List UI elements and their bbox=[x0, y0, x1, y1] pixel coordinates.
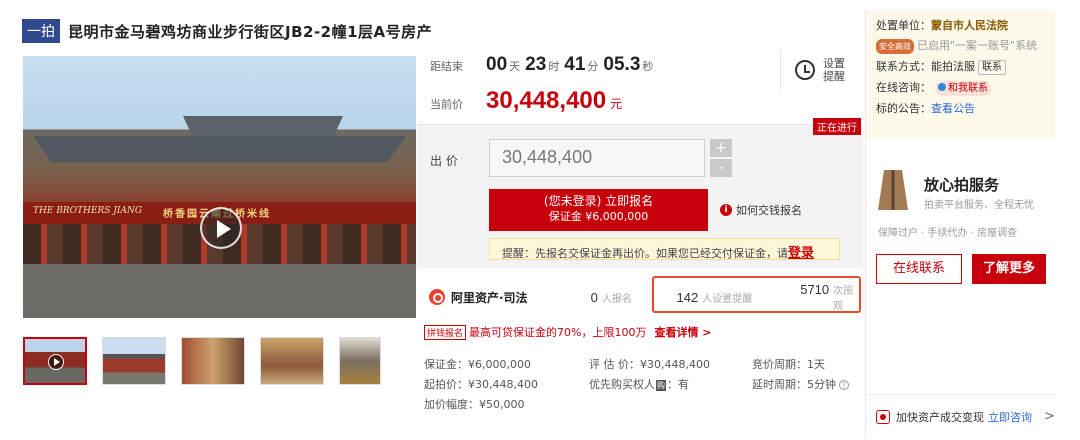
alarm-clock-icon bbox=[795, 60, 815, 80]
ali-judicial-logo[interactable]: 阿里资产·司法 bbox=[429, 289, 591, 306]
bid-panel: 正在进行 出 价 30,448,400 + - (您未登录) 立即报名 保证金 … bbox=[417, 118, 863, 268]
set-reminder-button[interactable]: 设置提醒 bbox=[780, 50, 862, 90]
how-to-pay-label: 如何交钱报名 bbox=[736, 204, 802, 217]
countdown-days: 00 bbox=[486, 54, 508, 75]
current-price-label: 当前价 bbox=[430, 98, 463, 111]
priority-badge-icon: 购 bbox=[656, 380, 666, 391]
consult-label: 在线咨询： bbox=[876, 81, 931, 94]
thumbnail-3[interactable] bbox=[181, 337, 245, 385]
chat-with-me-button[interactable]: 和我联系 bbox=[935, 81, 991, 96]
loan-promo: 拼钱报名 最高可贷保证金的70%，上限100万 查看详情 > bbox=[424, 324, 712, 340]
countdown-hours: 23 bbox=[525, 54, 547, 75]
auction-info-grid: 保证金：¥6,000,000 评 估 价：¥30,448,400 竞价周期：1天… bbox=[424, 354, 864, 414]
register-button-deposit: 保证金 ¥6,000,000 bbox=[548, 210, 649, 223]
online-contact-button[interactable]: 在线联系 bbox=[876, 254, 962, 284]
main-photo[interactable]: THE BROTHERS JIANG 桥香园云南过桥米线 bbox=[23, 56, 416, 318]
service-title: 放心拍服务 bbox=[924, 176, 1000, 194]
thumbnail-2[interactable] bbox=[102, 337, 166, 385]
priority-right-label: 优先购买权人 bbox=[589, 378, 655, 391]
bid-label: 出 价 bbox=[430, 154, 458, 168]
court-label: 处置单位： bbox=[876, 19, 931, 32]
service-subtitle: 拍卖平台服务、全程无忧 bbox=[924, 200, 1034, 211]
increment-info: 加价幅度：¥50,000 bbox=[424, 398, 525, 411]
view-notice-link[interactable]: 查看公告 bbox=[931, 102, 975, 115]
how-to-pay-link[interactable]: i 如何交钱报名 bbox=[720, 202, 802, 218]
auction-round-tag: 一拍 bbox=[22, 19, 60, 43]
notice-label: 标的公告： bbox=[876, 102, 931, 115]
login-tip: 提醒：先报名交保证金再出价。如果您已经交付保证金，请登录 bbox=[489, 238, 840, 261]
ali-brand-label: 阿里资产·司法 bbox=[451, 290, 528, 305]
info-row: 起拍价：¥30,448,400 优先购买权人购：有 延时周期：5分钟? bbox=[424, 374, 864, 394]
login-link[interactable]: 登录 bbox=[788, 246, 814, 261]
thumbnail-4[interactable] bbox=[260, 337, 324, 385]
thumbnail-1[interactable] bbox=[23, 337, 87, 385]
countdown-seconds-unit: 秒 bbox=[642, 60, 654, 73]
chat-with-me-label: 和我联系 bbox=[948, 83, 988, 94]
photo-sign-english: THE BROTHERS JIANG bbox=[33, 206, 143, 216]
learn-more-button[interactable]: 了解更多 bbox=[972, 254, 1046, 284]
current-price-unit: 元 bbox=[610, 97, 623, 111]
register-button-label: (您未登录) 立即报名 bbox=[543, 194, 654, 208]
extension-period-label: 延时周期：5分钟 bbox=[752, 378, 836, 391]
extension-period-info: 延时周期：5分钟? bbox=[752, 376, 849, 392]
asset-consult-bar[interactable]: 加快资产成交变现 立即咨询 > bbox=[866, 394, 1056, 438]
photo-roof bbox=[33, 136, 406, 162]
security-badge: 安全高效 bbox=[876, 39, 914, 54]
account-system-info[interactable]: 已启用"一案一账号"系统 bbox=[917, 39, 1037, 52]
countdown-seconds: 05.3 bbox=[603, 54, 641, 75]
building-icon bbox=[878, 170, 908, 210]
property-title: 昆明市金马碧鸡坊商业步行街区JB2-2幢1层A号房产 bbox=[68, 22, 433, 41]
bid-increase-button[interactable]: + bbox=[710, 139, 732, 157]
starting-price-info: 起拍价：¥30,448,400 bbox=[424, 378, 538, 391]
item-title: 一拍 昆明市金马碧鸡坊商业步行街区JB2-2幢1层A号房产 bbox=[22, 18, 432, 44]
contact-value: 能拍法服 bbox=[931, 60, 975, 73]
set-reminder-label: 设置提醒 bbox=[823, 57, 845, 83]
countdown-days-unit: 天 bbox=[509, 60, 521, 73]
promo-tag: 拼钱报名 bbox=[424, 324, 467, 340]
countdown-hours-unit: 时 bbox=[548, 60, 560, 73]
priority-right-info: 优先购买权人购：有 bbox=[589, 376, 752, 392]
contact-button[interactable]: 联系 bbox=[978, 60, 1006, 75]
countdown-minutes: 41 bbox=[564, 54, 586, 75]
bidding-period-info: 竞价周期：1天 bbox=[752, 358, 825, 371]
court-info: 处置单位：蒙自市人民法院 安全高效 已启用"一案一账号"系统 联系方式：能拍法服联… bbox=[866, 10, 1055, 139]
current-price-value: 30,448,400 bbox=[486, 87, 607, 114]
appraisal-info: 评 估 价：¥30,448,400 bbox=[589, 358, 710, 371]
thumbnail-strip bbox=[23, 337, 381, 385]
ali-logo-icon bbox=[429, 289, 445, 305]
handshake-icon bbox=[876, 409, 890, 424]
bid-amount-input[interactable]: 30,448,400 bbox=[489, 139, 705, 177]
login-tip-text: 提醒：先报名交保证金再出价。如果您已经交付保证金，请 bbox=[502, 247, 788, 260]
status-badge: 正在进行 bbox=[813, 118, 861, 135]
register-now-button[interactable]: (您未登录) 立即报名 保证金 ¥6,000,000 bbox=[489, 189, 708, 231]
countdown-label: 距结束 bbox=[430, 60, 463, 73]
signup-count-unit: 人报名 bbox=[601, 293, 632, 305]
bid-decrease-button[interactable]: - bbox=[710, 159, 732, 177]
help-icon[interactable]: ? bbox=[839, 380, 849, 390]
right-sidebar: 处置单位：蒙自市人民法院 安全高效 已启用"一案一账号"系统 联系方式：能拍法服联… bbox=[865, 10, 1056, 438]
info-row: 加价幅度：¥50,000 bbox=[424, 394, 864, 414]
photo-ground bbox=[23, 264, 416, 318]
countdown-minutes-unit: 分 bbox=[587, 60, 599, 73]
court-name[interactable]: 蒙自市人民法院 bbox=[931, 19, 1008, 32]
current-price: 当前价 30,448,400 元 bbox=[430, 87, 622, 115]
service-tags: 保障过户 · 手续代办 · 房屋调查 bbox=[878, 228, 1018, 239]
chat-icon bbox=[938, 83, 946, 91]
chevron-right-icon: > bbox=[1044, 409, 1055, 424]
info-row: 保证金：¥6,000,000 评 估 价：¥30,448,400 竞价周期：1天 bbox=[424, 354, 864, 374]
contact-label: 联系方式： bbox=[876, 60, 931, 73]
info-icon: i bbox=[720, 204, 732, 216]
promo-text: 最高可贷保证金的70%，上限100万 bbox=[469, 326, 647, 339]
consult-bar-text: 加快资产成交变现 bbox=[896, 410, 984, 424]
play-icon bbox=[48, 354, 64, 370]
priority-right-value: ：有 bbox=[667, 378, 689, 391]
play-video-icon[interactable] bbox=[200, 207, 242, 249]
stats-highlight-box bbox=[652, 276, 861, 313]
thumbnail-5[interactable] bbox=[339, 337, 381, 385]
signup-count-value: 0 bbox=[590, 289, 598, 305]
promo-details-link[interactable]: 查看详情 > bbox=[654, 324, 711, 340]
deposit-info: 保证金：¥6,000,000 bbox=[424, 358, 531, 371]
consult-now-link[interactable]: 立即咨询 bbox=[988, 409, 1032, 425]
